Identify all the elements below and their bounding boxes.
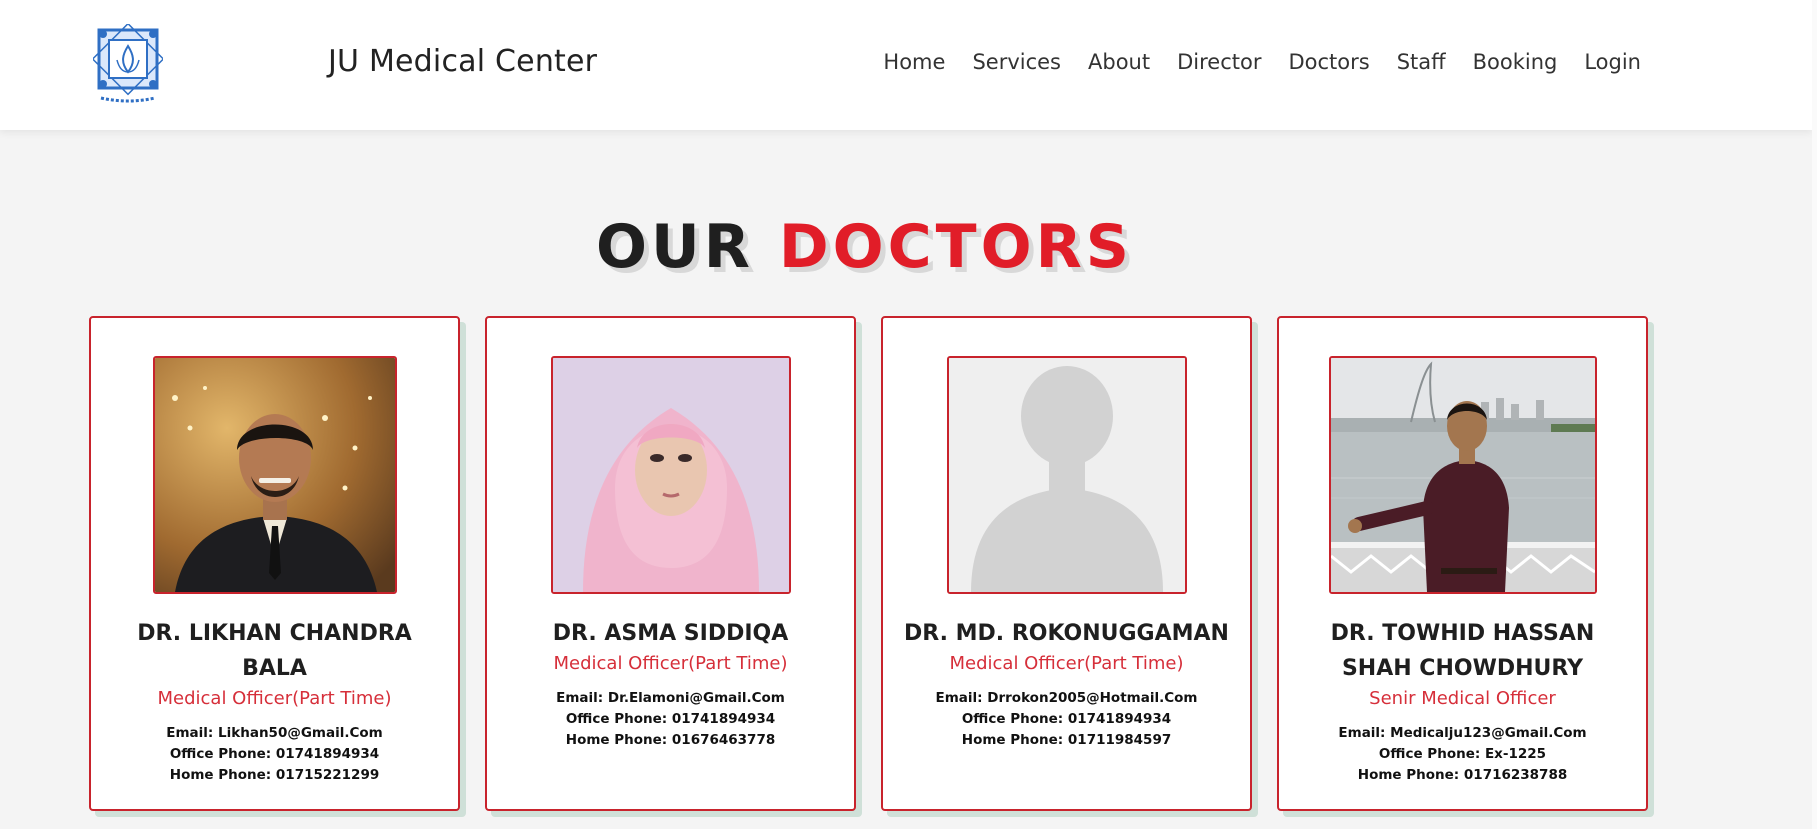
doctor-home-phone: Home Phone: 01711984597: [961, 732, 1172, 748]
nav-services[interactable]: Services: [972, 50, 1061, 74]
page-scrollbar[interactable]: [1812, 0, 1817, 829]
nav-about[interactable]: About: [1088, 50, 1150, 74]
main-nav: Home Services About Director Doctors Sta…: [883, 50, 1641, 74]
doctor-card: DR. TOWHID HASSAN SHAH CHOWDHURY Senir M…: [1277, 316, 1648, 811]
doctor-contact: Email: Drrokon2005@Hotmail.Com Office Ph…: [883, 688, 1250, 751]
nav-doctors[interactable]: Doctors: [1288, 50, 1369, 74]
doctor-contact: Email: Dr.Elamoni@Gmail.Com Office Phone…: [487, 688, 854, 751]
doctor-photo: [946, 356, 1187, 594]
section-title: OUR DOCTORS: [0, 212, 1729, 282]
doctor-office-phone: Office Phone: Ex-1225: [1378, 746, 1547, 762]
doctor-home-phone: Home Phone: 01715221299: [169, 767, 380, 783]
doctor-name: DR. LIKHAN CHANDRA BALA: [137, 621, 412, 681]
nav-director[interactable]: Director: [1177, 50, 1261, 74]
doctor-home-phone: Home Phone: 01676463778: [565, 732, 776, 748]
site-brand[interactable]: JU Medical Center: [328, 44, 597, 79]
doctor-card: DR. ASMA SIDDIQA Medical Officer(Part Ti…: [485, 316, 856, 811]
doctor-name: DR. ASMA SIDDIQA: [552, 621, 789, 646]
doctor-contact: Email: Likhan50@Gmail.Com Office Phone: …: [91, 723, 458, 786]
doctor-role: Medical Officer(Part Time): [157, 688, 392, 709]
doctor-office-phone: Office Phone: 01741894934: [565, 711, 776, 727]
doctor-contact: Email: Medicalju123@Gmail.Com Office Pho…: [1279, 723, 1646, 786]
doctor-office-phone: Office Phone: 01741894934: [961, 711, 1172, 727]
doctor-photo: [1328, 356, 1597, 594]
doctor-email: Email: Drrokon2005@Hotmail.Com: [935, 690, 1198, 706]
doctor-role: Medical Officer(Part Time): [553, 653, 788, 674]
doctor-role: Senir Medical Officer: [1369, 688, 1556, 709]
doctor-photo: [550, 356, 791, 594]
nav-staff[interactable]: Staff: [1397, 50, 1446, 74]
doctor-photo: [152, 356, 397, 594]
doctor-office-phone: Office Phone: 01741894934: [169, 746, 380, 762]
doctor-home-phone: Home Phone: 01716238788: [1357, 767, 1568, 783]
doctor-name: DR. MD. ROKONUGGAMAN: [904, 621, 1229, 646]
doctor-email: Email: Dr.Elamoni@Gmail.Com: [556, 690, 785, 706]
doctor-card: DR. MD. ROKONUGGAMAN Medical Officer(Par…: [881, 316, 1252, 811]
doctor-role: Medical Officer(Part Time): [949, 653, 1184, 674]
doctor-cards: DR. LIKHAN CHANDRA BALA Medical Officer(…: [89, 316, 1648, 811]
doctor-card: DR. LIKHAN CHANDRA BALA Medical Officer(…: [89, 316, 460, 811]
navbar: JU Medical Center Home Services About Di…: [0, 0, 1812, 130]
nav-booking[interactable]: Booking: [1473, 50, 1558, 74]
nav-login[interactable]: Login: [1584, 50, 1641, 74]
doctor-email: Email: Medicalju123@Gmail.Com: [1338, 725, 1587, 741]
doctor-name: DR. TOWHID HASSAN SHAH CHOWDHURY: [1330, 621, 1595, 681]
university-emblem-icon[interactable]: [91, 22, 165, 106]
doctor-email: Email: Likhan50@Gmail.Com: [166, 725, 383, 741]
section-title-part1: OUR: [595, 212, 754, 282]
nav-home[interactable]: Home: [883, 50, 945, 74]
section-title-part2: DOCTORS: [778, 212, 1134, 282]
